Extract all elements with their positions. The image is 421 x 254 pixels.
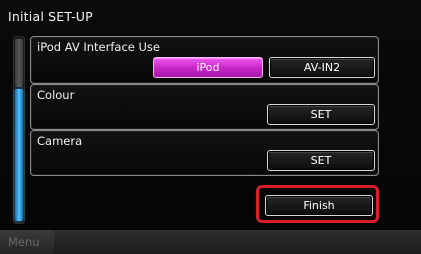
colour-set-button[interactable]: SET (267, 104, 375, 125)
finish-button[interactable]: Finish (265, 195, 373, 216)
scrollbar-track-upper (15, 39, 23, 87)
colour-panel: Colour SET (30, 84, 379, 130)
initial-setup-screen: Initial SET-UP iPod AV Interface Use iPo… (0, 0, 421, 254)
ipod-interface-panel: iPod AV Interface Use iPod AV-IN2 (30, 36, 379, 84)
scrollbar-thumb[interactable] (15, 89, 23, 221)
av-in2-option-button[interactable]: AV-IN2 (269, 57, 375, 78)
scrollbar[interactable] (13, 36, 25, 224)
bottom-bar: Menu (0, 230, 421, 254)
menu-button[interactable]: Menu (0, 230, 54, 254)
camera-panel: Camera SET (30, 130, 379, 176)
page-title: Initial SET-UP (8, 9, 93, 24)
ipod-option-button[interactable]: iPod (153, 57, 263, 78)
camera-set-button[interactable]: SET (267, 150, 375, 171)
camera-label: Camera (37, 134, 83, 148)
colour-label: Colour (37, 88, 75, 102)
ipod-interface-label: iPod AV Interface Use (37, 40, 160, 54)
